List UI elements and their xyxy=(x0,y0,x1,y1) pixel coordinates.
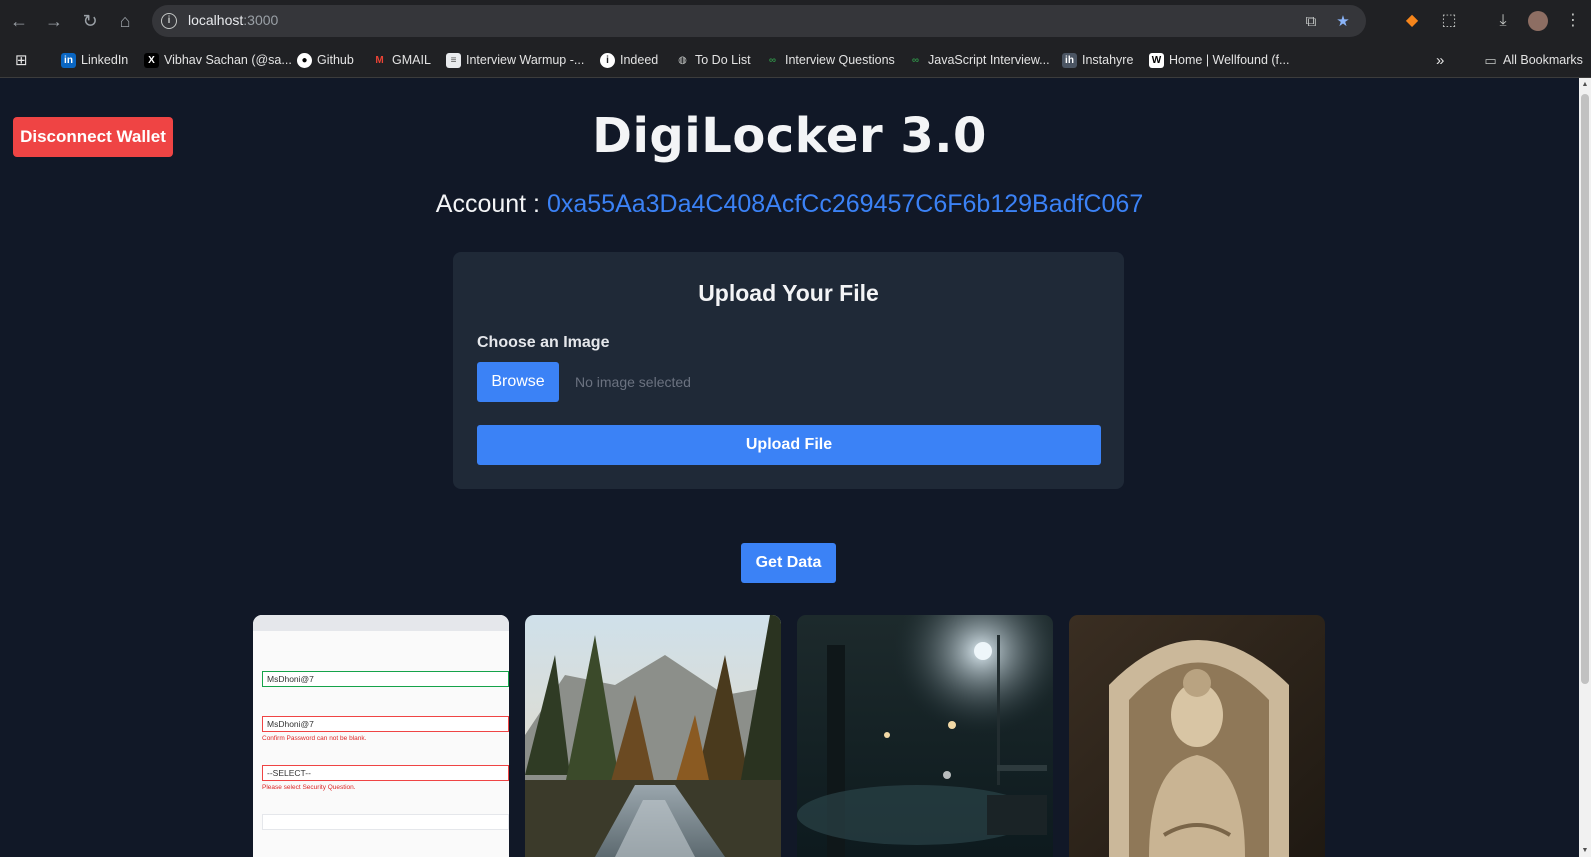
bookmark-todo[interactable]: ◍ To Do List xyxy=(675,51,750,69)
scroll-down-icon[interactable]: ▼ xyxy=(1581,847,1589,854)
browse-button[interactable]: Browse xyxy=(477,362,559,402)
gallery-image-forest-river[interactable] xyxy=(525,615,781,857)
doc-icon: ≡ xyxy=(446,52,461,68)
bookmark-github[interactable]: ● Github xyxy=(297,51,354,69)
screenshot-confirm-field: MsDhoni@7 xyxy=(262,716,509,732)
upload-heading: Upload Your File xyxy=(698,280,879,306)
bookmark-star-icon[interactable]: ★ xyxy=(1334,13,1352,31)
choose-image-label: Choose an Image xyxy=(477,334,610,351)
gallery-image-form-screenshot[interactable]: MsDhoni@7 MsDhoni@7 Confirm Password can… xyxy=(253,615,509,857)
wellfound-icon: W xyxy=(1149,52,1164,68)
download-icon[interactable]: ⤓ xyxy=(1492,10,1514,32)
url-text[interactable]: localhost:3000 xyxy=(188,12,278,28)
forest-river-image xyxy=(525,615,781,857)
page-content: Disconnect Wallet DigiLocker 3.0 Account… xyxy=(0,78,1579,857)
info-icon: i xyxy=(600,52,615,68)
menu-icon[interactable]: ⋮ xyxy=(1562,10,1584,32)
github-icon: ● xyxy=(297,52,312,68)
back-icon[interactable]: ← xyxy=(7,9,31,33)
globe-icon: ◍ xyxy=(678,54,687,66)
browser-toolbar: ← → ↻ ⌂ i localhost:3000 ⧉ ★ ◆ ⬚ ⤓ ⋮ xyxy=(0,0,1591,42)
bookmark-interview-warmup[interactable]: ≡ Interview Warmup -... xyxy=(446,51,584,69)
linkedin-icon: in xyxy=(61,52,76,68)
bookmark-interview-questions[interactable]: ∞ Interview Questions xyxy=(765,51,895,69)
x-icon: X xyxy=(144,52,159,68)
screenshot-security-select: --SELECT-- xyxy=(262,765,509,781)
bookmark-x[interactable]: X Vibhav Sachan (@sa... xyxy=(144,51,292,69)
upload-card: Upload Your File Choose an Image Browse … xyxy=(453,252,1124,489)
bookmark-instahyre[interactable]: ih Instahyre xyxy=(1062,51,1133,69)
screenshot-empty-field xyxy=(262,814,509,830)
screenshot-select-error: Please select Security Question. xyxy=(262,784,356,791)
screenshot-password-field: MsDhoni@7 xyxy=(262,671,509,687)
profile-avatar[interactable] xyxy=(1528,11,1548,31)
scroll-up-icon[interactable]: ▲ xyxy=(1581,81,1589,88)
upload-file-button[interactable]: Upload File xyxy=(477,425,1101,465)
account-address: 0xa55Aa3Da4C408AcfCc269457C6F6b129BadfC0… xyxy=(546,190,1144,218)
reload-icon[interactable]: ↻ xyxy=(78,9,102,33)
account-line: Account : 0xa55Aa3Da4C408AcfCc269457C6F6… xyxy=(0,190,1579,219)
gallery-image-park-night[interactable] xyxy=(797,615,1053,857)
gmail-icon: M xyxy=(375,54,384,66)
account-label: Account : xyxy=(435,190,540,218)
forward-icon[interactable]: → xyxy=(42,9,66,33)
page-scrollbar[interactable]: ▲ ▼ xyxy=(1579,78,1591,857)
gfg-icon: ∞ xyxy=(768,54,777,66)
all-bookmarks[interactable]: ▭ All Bookmarks xyxy=(1483,51,1583,69)
gallery-image-buddha-statue[interactable] xyxy=(1069,615,1325,857)
extensions-icon[interactable]: ⬚ xyxy=(1438,10,1460,32)
screenshot-header xyxy=(253,615,509,631)
gfg-icon: ∞ xyxy=(911,54,920,66)
bookmark-wellfound[interactable]: W Home | Wellfound (f... xyxy=(1149,51,1289,69)
bookmarks-bar: ⊞ in LinkedIn X Vibhav Sachan (@sa... ● Git… xyxy=(0,42,1591,78)
bookmark-indeed[interactable]: i Indeed xyxy=(600,51,658,69)
apps-grid-icon[interactable]: ⊞ xyxy=(15,51,28,69)
screenshot-confirm-error: Confirm Password can not be blank. xyxy=(262,735,367,742)
more-bookmarks-icon[interactable]: » xyxy=(1436,51,1444,69)
get-data-button[interactable]: Get Data xyxy=(741,543,836,583)
page-title: DigiLocker 3.0 xyxy=(592,108,987,164)
buddha-statue-image xyxy=(1069,615,1325,857)
metamask-icon[interactable]: ◆ xyxy=(1401,10,1423,32)
home-icon[interactable]: ⌂ xyxy=(113,9,137,33)
bookmark-gmail[interactable]: M GMAIL xyxy=(372,51,431,69)
address-bar[interactable]: i localhost:3000 ⧉ ★ xyxy=(152,5,1366,37)
instahyre-icon: ih xyxy=(1062,52,1077,68)
folder-icon: ▭ xyxy=(1484,52,1497,68)
selected-file-text: No image selected xyxy=(575,374,691,390)
bookmark-linkedin[interactable]: in LinkedIn xyxy=(61,51,128,69)
site-info-icon[interactable]: i xyxy=(161,13,177,29)
scrollbar-thumb[interactable] xyxy=(1581,94,1589,684)
bookmark-js-interview[interactable]: ∞ JavaScript Interview... xyxy=(908,51,1050,69)
install-app-icon[interactable]: ⧉ xyxy=(1302,13,1320,31)
park-night-image xyxy=(797,615,1053,857)
